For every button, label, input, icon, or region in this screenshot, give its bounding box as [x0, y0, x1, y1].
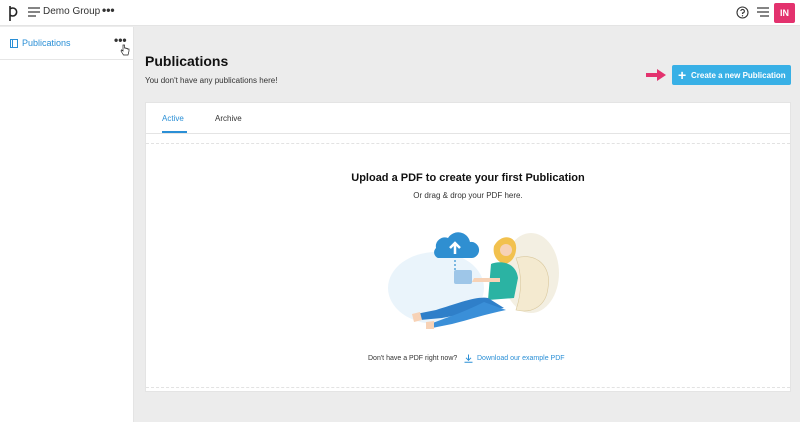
page-subtitle: You don't have any publications here!	[145, 76, 278, 85]
sidebar: Publications •••	[0, 27, 134, 422]
sidebar-item-label: Publications	[22, 38, 71, 48]
hamburger-menu-icon[interactable]	[28, 6, 40, 18]
arrow-right-icon	[646, 69, 666, 81]
no-pdf-text: Don't have a PDF right now?	[368, 355, 458, 362]
publications-card: Active Archive Upload a PDF to create yo…	[145, 102, 791, 392]
create-publication-label: Create a new Publication	[691, 71, 786, 80]
notifications-list-icon[interactable]	[757, 7, 769, 18]
create-publication-button[interactable]: + Create a new Publication	[672, 65, 791, 85]
user-avatar[interactable]: IN	[774, 3, 795, 23]
upload-title: Upload a PDF to create your first Public…	[351, 172, 585, 184]
download-icon[interactable]	[464, 354, 473, 363]
active-tab-indicator	[162, 131, 187, 133]
group-selector[interactable]: Demo Group	[43, 6, 100, 17]
book-icon	[10, 39, 18, 48]
tab-bar: Active Archive	[146, 103, 790, 134]
top-bar: Demo Group ••• IN	[0, 0, 800, 26]
group-more-options-button[interactable]: •••	[102, 3, 115, 17]
help-icon[interactable]	[736, 6, 749, 19]
tab-active[interactable]: Active	[162, 114, 184, 123]
page-title: Publications	[145, 53, 229, 69]
hand-cursor-icon	[120, 44, 130, 56]
plus-icon: +	[678, 67, 687, 83]
sidebar-item-publications[interactable]: Publications •••	[0, 27, 134, 60]
upload-subtitle: Or drag & drop your PDF here.	[413, 191, 523, 200]
app-logo[interactable]	[8, 4, 20, 22]
tab-archive[interactable]: Archive	[215, 114, 242, 123]
upload-illustration	[388, 232, 559, 329]
download-example-pdf-link[interactable]: Download our example PDF	[477, 355, 565, 362]
